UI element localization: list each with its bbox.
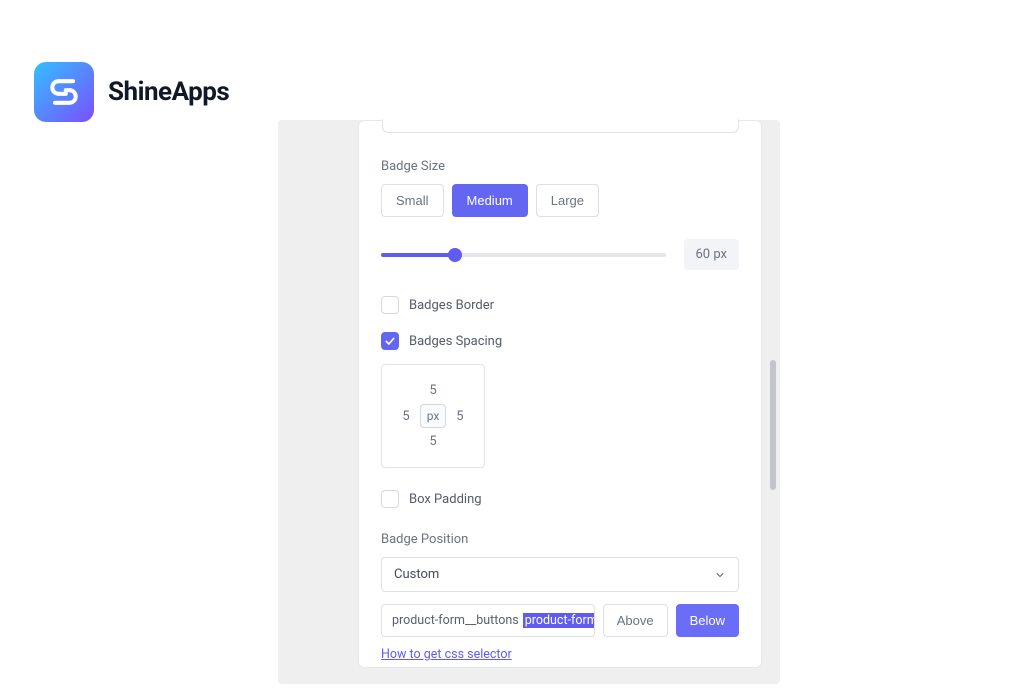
selector-row: product-form__buttons product-form_summi…	[381, 604, 739, 637]
badge-position-select[interactable]: Custom	[381, 557, 739, 592]
settings-panel: Badge Size Small Medium Large 60 px Badg…	[278, 120, 780, 684]
placement-above[interactable]: Above	[603, 604, 668, 637]
badge-size-large[interactable]: Large	[536, 184, 599, 217]
box-padding-label: Box Padding	[409, 492, 482, 507]
badges-border-label: Badges Border	[409, 298, 494, 313]
slider-thumb[interactable]	[448, 248, 462, 262]
badge-size-value: 60 px	[684, 239, 740, 270]
badges-border-row: Badges Border	[381, 296, 739, 314]
badges-spacing-row: Badges Spacing	[381, 332, 739, 350]
spacing-left[interactable]: 5	[402, 409, 409, 424]
badge-position-selected: Custom	[394, 567, 439, 582]
check-icon	[384, 335, 396, 347]
shineapps-logo-icon	[46, 74, 82, 110]
badge-size-slider[interactable]	[381, 253, 666, 257]
selector-prefix: product-form__buttons	[392, 613, 519, 628]
spacing-top[interactable]: 5	[429, 383, 436, 398]
badge-position-label: Badge Position	[381, 532, 739, 547]
badge-size-group: Small Medium Large	[381, 184, 739, 217]
chevron-down-icon	[714, 569, 726, 581]
badge-size-medium[interactable]: Medium	[452, 184, 528, 217]
brand-title: ShineApps	[108, 77, 229, 107]
badges-spacing-label: Badges Spacing	[409, 334, 502, 349]
placement-below[interactable]: Below	[676, 604, 739, 637]
spacing-unit[interactable]: px	[420, 404, 447, 428]
settings-card: Badge Size Small Medium Large 60 px Badg…	[358, 120, 762, 668]
brand-logo	[34, 62, 94, 122]
badge-size-slider-row: 60 px	[381, 239, 739, 270]
badges-border-checkbox[interactable]	[381, 296, 399, 314]
spacing-box: 5 5 px 5 5	[381, 364, 485, 468]
brand: ShineApps	[34, 62, 229, 122]
box-padding-row: Box Padding	[381, 490, 739, 508]
help-css-selector-link[interactable]: How to get css selector	[381, 647, 512, 662]
selector-highlight: product-form_summit	[523, 613, 595, 628]
badge-size-small[interactable]: Small	[381, 184, 444, 217]
spacing-right[interactable]: 5	[456, 409, 463, 424]
spacing-bottom[interactable]: 5	[429, 434, 436, 449]
spacing-middle-row: 5 px 5	[402, 404, 463, 428]
badges-spacing-checkbox[interactable]	[381, 332, 399, 350]
css-selector-input[interactable]: product-form__buttons product-form_summi…	[381, 604, 595, 637]
box-padding-checkbox[interactable]	[381, 490, 399, 508]
slider-fill	[381, 253, 455, 257]
previous-section-edge	[382, 119, 739, 133]
badge-size-label: Badge Size	[381, 159, 739, 174]
